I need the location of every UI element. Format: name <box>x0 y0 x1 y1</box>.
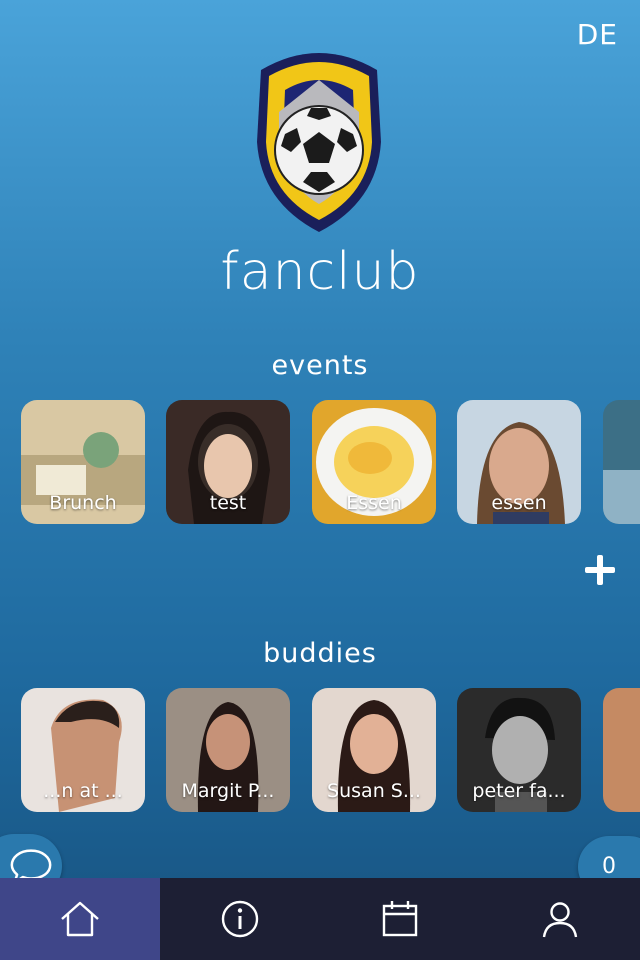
add-event-button[interactable] <box>582 552 618 588</box>
buddy-card[interactable]: peter fa... <box>457 688 581 812</box>
notification-count: 0 <box>602 854 616 879</box>
event-label: Brunch <box>49 492 117 514</box>
event-label: essen <box>491 492 547 514</box>
home-icon <box>61 901 99 937</box>
calendar-icon <box>382 901 418 937</box>
language-switch[interactable]: DE <box>577 18 618 51</box>
nav-profile[interactable] <box>480 878 640 960</box>
buddy-card[interactable]: Susan S... <box>312 688 436 812</box>
event-label: test <box>209 492 247 514</box>
buddy-card[interactable]: Ma <box>603 688 640 812</box>
events-title: events <box>271 350 369 381</box>
event-card[interactable]: Brunch <box>21 400 145 524</box>
nav-home[interactable] <box>0 878 160 960</box>
buddy-label: ...n at ... <box>43 780 123 802</box>
buddy-label: Margit P... <box>181 780 275 802</box>
events-list: Brunch test Essen essen e <box>0 400 640 530</box>
nav-calendar[interactable] <box>320 878 480 960</box>
plus-icon <box>585 555 615 585</box>
event-label: Essen <box>346 492 402 514</box>
soccer-ball-shield-icon <box>241 42 396 234</box>
buddy-card[interactable]: Margit P... <box>166 688 290 812</box>
user-icon <box>542 902 578 938</box>
buddy-label: peter fa... <box>472 780 566 802</box>
info-icon <box>221 900 259 938</box>
buddy-label: Ma <box>603 780 640 802</box>
app-title: fanclub <box>220 242 420 302</box>
buddy-label: Susan S... <box>327 780 421 802</box>
event-card[interactable]: e <box>603 400 640 524</box>
buddies-list: ...n at ... Margit P... Susan S... peter… <box>0 688 640 818</box>
buddy-card[interactable]: ...n at ... <box>21 688 145 812</box>
buddies-title: buddies <box>263 638 377 669</box>
event-label: e <box>603 492 640 514</box>
event-card[interactable]: essen <box>457 400 581 524</box>
nav-info[interactable] <box>160 878 320 960</box>
event-card[interactable]: Essen <box>312 400 436 524</box>
event-card[interactable]: test <box>166 400 290 524</box>
bottom-navigation <box>0 878 640 960</box>
